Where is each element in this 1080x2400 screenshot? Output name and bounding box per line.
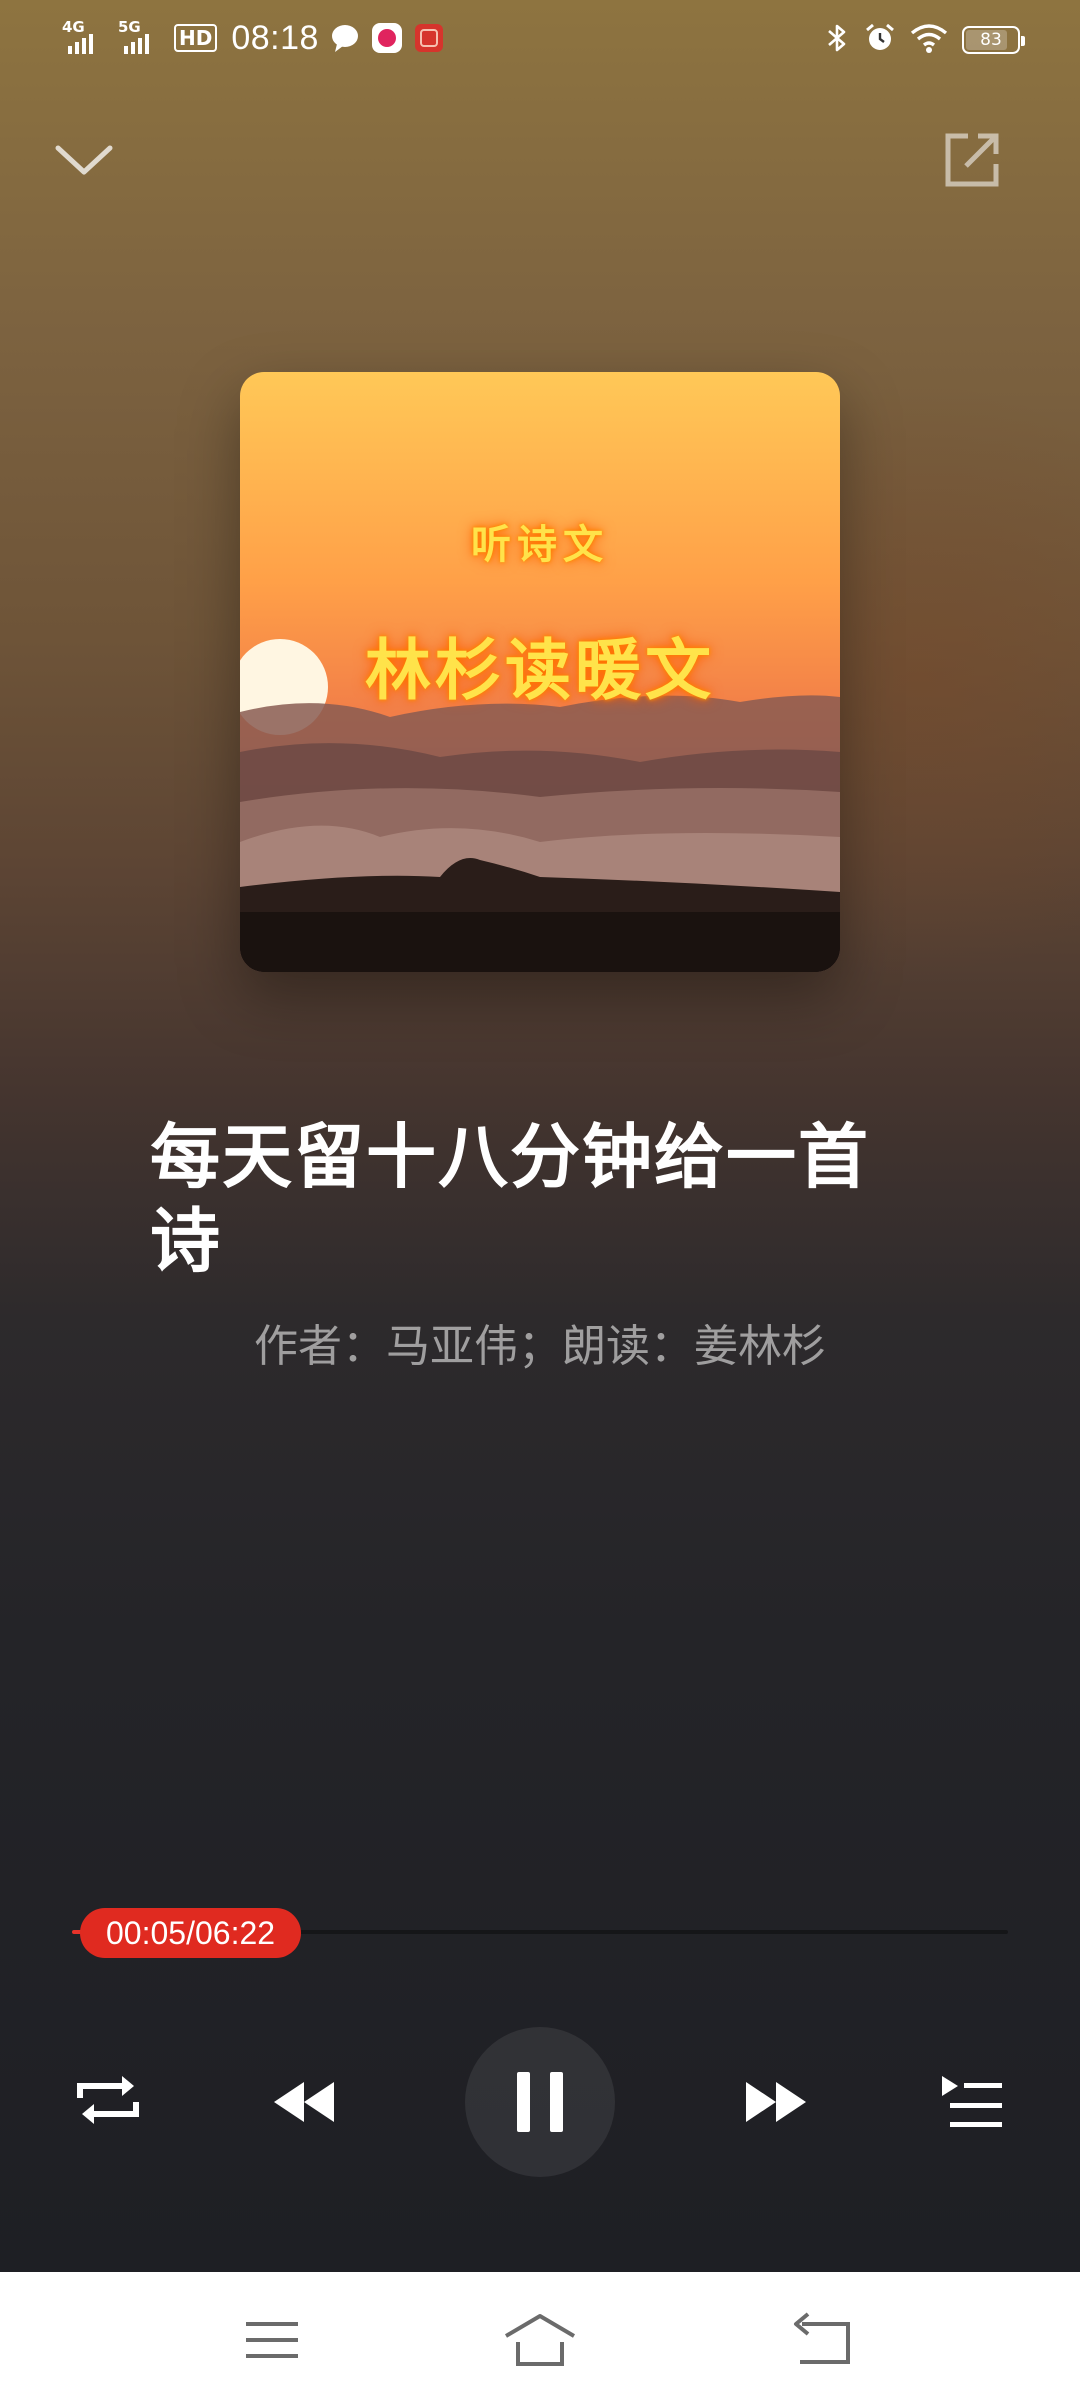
share-icon[interactable]: [940, 128, 1004, 192]
alarm-icon: [864, 22, 896, 58]
song-title: 每天留十八分钟给一首诗: [150, 1115, 870, 1282]
bluetooth-icon: [824, 22, 850, 58]
status-bar: 4G 5G HD 08:18 83: [0, 0, 1080, 84]
pause-icon: [517, 2072, 563, 2132]
pause-button[interactable]: [465, 2027, 615, 2177]
wifi-icon: [910, 22, 948, 58]
cover-title: 林杉读暖文: [365, 632, 715, 709]
player-screen: 4G 5G HD 08:18 83 听诗文 林杉读暖文 每天留十八分钟给一首诗 …: [0, 0, 1080, 2272]
cover-subtitle: 听诗文: [471, 522, 609, 568]
progress-thumb-time[interactable]: 00:05/06:22: [80, 1908, 302, 1958]
red-app-icon: [413, 22, 445, 54]
home-icon[interactable]: [500, 2312, 580, 2368]
menu-icon[interactable]: [232, 2312, 312, 2368]
battery-percent: 83: [980, 30, 1002, 50]
status-bar-left: 4G 5G HD 08:18: [62, 18, 445, 58]
battery-icon: 83: [962, 26, 1025, 54]
fast-forward-icon[interactable]: [738, 2070, 810, 2134]
hd-voice-icon: HD: [174, 24, 218, 52]
status-bar-right: 83: [824, 22, 1025, 58]
back-icon[interactable]: [782, 2312, 862, 2368]
playlist-icon[interactable]: [936, 2070, 1008, 2134]
message-bubble-icon: [329, 22, 361, 54]
app-notification-icon: [371, 22, 403, 54]
signal-4g-icon: 4G: [62, 18, 108, 58]
album-cover: 听诗文 林杉读暖文: [240, 372, 840, 972]
chevron-down-icon[interactable]: [52, 136, 116, 186]
rewind-icon[interactable]: [270, 2070, 342, 2134]
status-time: 08:18: [231, 18, 319, 57]
signal-5g-icon: 5G: [118, 18, 164, 58]
navigation-bar: [0, 2272, 1080, 2400]
song-author-reader: 作者：马亚伟；朗读：姜林杉: [254, 1321, 826, 1372]
repeat-icon[interactable]: [72, 2068, 144, 2132]
